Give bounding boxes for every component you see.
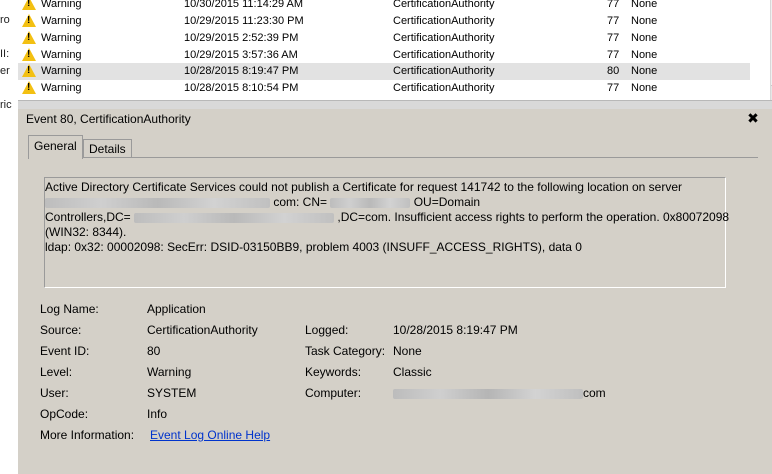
event-id-value: 80 — [147, 344, 161, 358]
event-source: CertificationAuthority — [393, 32, 495, 44]
level-label: Level: — [40, 365, 73, 379]
redacted-text — [393, 388, 583, 399]
event-id: 77 — [607, 32, 620, 44]
description-fragment: ,DC=com. Insufficient access rights to p… — [337, 210, 730, 224]
tab-panel-border — [28, 157, 758, 158]
keywords-label: Keywords: — [305, 365, 362, 379]
event-id: 77 — [607, 82, 620, 94]
event-log-online-help-link[interactable]: Event Log Online Help — [150, 428, 270, 442]
event-level: Warning — [41, 15, 82, 27]
warning-icon — [22, 64, 36, 78]
event-row-selected[interactable]: Warning 10/28/2015 8:19:47 PM Certificat… — [18, 63, 750, 80]
opcode-value: Info — [147, 407, 168, 421]
event-level: Warning — [41, 65, 82, 77]
close-icon[interactable]: ✖ — [746, 110, 760, 126]
warning-icon — [22, 48, 36, 62]
description-fragment: com: CN= — [273, 195, 328, 209]
event-level: Warning — [41, 32, 82, 44]
event-detail-pane: Event 80, CertificationAuthority ✖ Gener… — [18, 109, 772, 474]
event-list: Warning 10/30/2015 11:14:29 AM Certifica… — [18, 0, 772, 100]
event-source: CertificationAuthority — [393, 49, 495, 61]
left-pane-sliver: ro II: er ric — [0, 0, 19, 474]
event-date: 10/29/2015 3:57:36 AM — [184, 49, 298, 61]
description-line: ldap: 0x32: 00002098: SecErr: DSID-03150… — [45, 240, 582, 254]
level-value: Warning — [147, 365, 192, 379]
event-task: None — [631, 65, 658, 77]
description-line: Controllers,DC= ,DC=com. Insufficient ac… — [45, 210, 731, 225]
event-source: CertificationAuthority — [393, 15, 495, 27]
redacted-text — [45, 197, 270, 208]
opcode-label: OpCode: — [40, 407, 89, 421]
user-value: SYSTEM — [147, 386, 197, 400]
warning-icon — [22, 31, 36, 45]
event-level: Warning — [41, 49, 82, 61]
event-date: 10/28/2015 8:19:47 PM — [184, 65, 299, 77]
event-date: 10/28/2015 8:10:54 PM — [184, 82, 299, 94]
detail-title: Event 80, CertificationAuthority — [26, 112, 191, 126]
event-task: None — [631, 15, 658, 27]
event-row[interactable]: Warning 10/29/2015 11:23:30 PM Certifica… — [18, 13, 750, 30]
description-line: com: CN= OU=Domain — [45, 195, 731, 210]
event-id: 77 — [607, 0, 620, 10]
event-task: None — [631, 32, 658, 44]
task-category-value: None — [393, 344, 422, 358]
event-task: None — [631, 82, 658, 94]
tab-general[interactable]: General — [28, 135, 83, 159]
event-date: 10/29/2015 11:23:30 PM — [184, 15, 304, 27]
warning-icon — [22, 14, 36, 28]
event-id-label: Event ID: — [40, 344, 90, 358]
computer-value: com — [393, 386, 606, 400]
left-pane-fragment: II: — [0, 48, 10, 60]
redacted-text — [330, 197, 411, 208]
computer-suffix: com — [583, 386, 606, 400]
redacted-text — [134, 212, 335, 223]
description-line: (WIN32: 8344). — [45, 225, 127, 239]
logged-label: Logged: — [305, 323, 349, 337]
detail-header: Event 80, CertificationAuthority ✖ — [18, 109, 772, 129]
description-fragment: Controllers,DC= — [45, 210, 131, 224]
event-source: CertificationAuthority — [393, 0, 495, 10]
more-information-label: More Information: — [40, 428, 135, 442]
event-description: Active Directory Certificate Services co… — [45, 180, 731, 255]
event-id: 80 — [607, 65, 620, 77]
keywords-value: Classic — [393, 365, 432, 379]
event-source: CertificationAuthority — [393, 65, 495, 77]
warning-icon — [22, 81, 36, 95]
event-id: 77 — [607, 49, 620, 61]
event-level: Warning — [41, 82, 82, 94]
event-row[interactable]: Warning 10/28/2015 8:10:54 PM Certificat… — [18, 80, 750, 97]
source-value: CertificationAuthority — [147, 323, 258, 337]
event-row[interactable]: Warning 10/29/2015 3:57:36 AM Certificat… — [18, 47, 750, 64]
logged-value: 10/28/2015 8:19:47 PM — [393, 323, 518, 337]
source-label: Source: — [40, 323, 82, 337]
event-id: 77 — [607, 15, 620, 27]
log-name-label: Log Name: — [40, 302, 99, 316]
warning-icon — [22, 0, 36, 11]
computer-label: Computer: — [305, 386, 362, 400]
description-line: Active Directory Certificate Services co… — [45, 180, 682, 194]
tab-details[interactable]: Details — [83, 139, 132, 158]
task-category-label: Task Category: — [305, 344, 386, 358]
event-task: None — [631, 49, 658, 61]
left-pane-fragment: er — [0, 65, 10, 77]
event-task: None — [631, 0, 658, 10]
left-pane-fragment: ric — [0, 99, 12, 111]
event-row[interactable]: Warning 10/30/2015 11:14:29 AM Certifica… — [18, 0, 750, 13]
log-name-value: Application — [147, 302, 206, 316]
event-level: Warning — [41, 0, 82, 10]
event-row[interactable]: Warning 10/29/2015 2:52:39 PM Certificat… — [18, 30, 750, 47]
description-fragment: OU=Domain — [413, 195, 481, 209]
event-description-box[interactable]: Active Directory Certificate Services co… — [44, 177, 729, 288]
event-source: CertificationAuthority — [393, 82, 495, 94]
user-label: User: — [40, 386, 69, 400]
event-date: 10/29/2015 2:52:39 PM — [184, 32, 299, 44]
event-date: 10/30/2015 11:14:29 AM — [184, 0, 304, 10]
left-pane-fragment: ro — [0, 14, 10, 26]
